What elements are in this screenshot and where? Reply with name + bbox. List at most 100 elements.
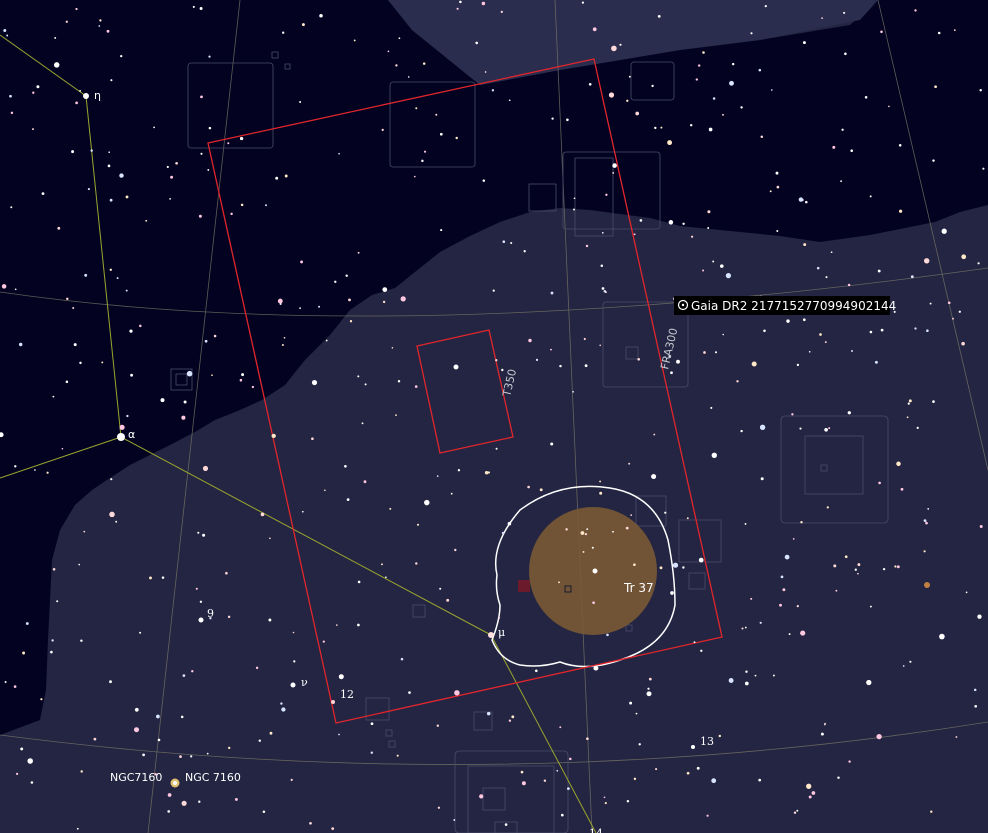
star [284,174,288,178]
star-12[interactable] [331,700,335,704]
star [745,670,748,673]
star [637,357,641,361]
star [324,489,326,492]
star [311,437,314,441]
star [211,374,213,377]
star [923,519,927,522]
star [639,219,643,222]
star [979,525,983,528]
star [479,794,484,799]
star-eta[interactable] [83,93,89,99]
star [898,144,902,147]
star [558,581,560,584]
star-nu[interactable] [290,682,296,688]
star [628,462,631,465]
object-tooltip[interactable]: Gaia DR2 2177152770994902144 [674,296,896,315]
sky-chart[interactable]: η α μ ν 9 12 13 14 Tr 37 NGC7160 NGC 716… [0,0,988,833]
star [953,29,956,31]
star [979,88,982,92]
star [459,0,462,4]
star [241,373,245,377]
star [299,307,301,309]
star [676,359,680,364]
star [4,681,7,683]
star [456,7,459,10]
star [691,235,694,238]
star [282,31,285,34]
star [729,80,734,86]
star [653,433,656,436]
star [668,220,674,225]
star [664,511,667,514]
orange-object[interactable] [924,582,930,588]
star [927,508,930,510]
star [495,359,498,362]
star [584,532,588,536]
star [52,568,56,571]
star [481,1,486,6]
star [906,416,909,419]
star [606,633,609,637]
star [260,512,265,517]
ngc7160-marker[interactable] [170,778,180,788]
star [199,600,203,603]
star-alpha[interactable] [117,433,125,441]
star [888,105,890,108]
star [370,751,374,754]
star [759,621,762,624]
star [539,488,543,492]
star [498,616,501,619]
star [788,633,791,636]
star [309,821,312,825]
star [181,800,187,806]
star [50,650,53,654]
star [825,276,828,279]
star [629,701,633,705]
star [824,341,827,344]
star [802,41,806,45]
star [422,62,426,65]
star [180,715,184,719]
star [759,424,766,430]
star [54,36,57,39]
star [805,200,808,204]
star [792,538,795,540]
star [109,511,115,518]
star [779,603,782,607]
star [754,674,757,677]
star [486,711,491,716]
star [51,639,54,642]
star [543,779,547,782]
star [508,99,511,102]
star [439,587,442,590]
star [338,152,340,155]
star [560,813,564,817]
star [898,209,903,213]
star [293,660,296,663]
star [36,85,40,89]
star [167,793,172,797]
star [10,206,13,209]
star [628,75,631,78]
star [854,568,857,571]
star [551,117,554,120]
star [660,126,663,129]
star [700,649,703,652]
star [703,351,706,354]
star [740,429,743,433]
star [567,787,570,790]
star [192,5,195,8]
star-mu[interactable] [488,632,494,638]
star [227,746,231,750]
star-9[interactable] [198,617,204,623]
star [750,597,753,600]
star [126,414,129,418]
star [592,27,597,32]
star [830,251,833,254]
star-13[interactable] [691,745,695,749]
star [22,651,26,655]
star [955,736,958,738]
star [559,364,562,368]
nebula-marker[interactable] [518,580,530,592]
star [686,771,690,775]
